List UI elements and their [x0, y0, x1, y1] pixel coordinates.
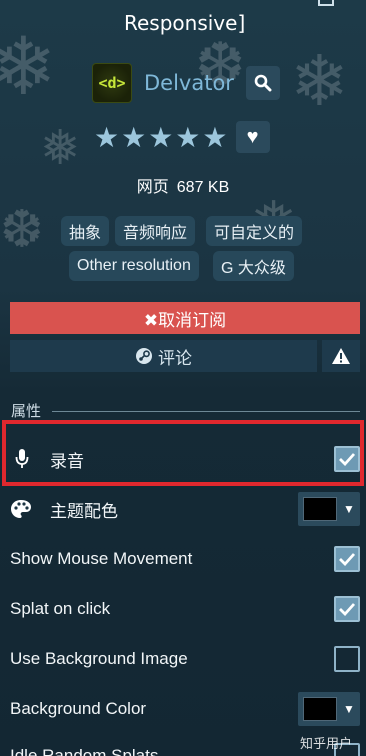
heart-icon: ♥: [246, 125, 259, 148]
favorite-button[interactable]: ♥: [235, 121, 270, 153]
snowflake-decoration: ❄: [0, 20, 58, 113]
snowflake-decoration: ❅: [40, 120, 81, 176]
background-image-checkbox[interactable]: [334, 646, 360, 672]
scheme-color-picker[interactable]: ▼: [298, 492, 360, 526]
property-row-show-mouse: Show Mouse Movement: [0, 539, 366, 579]
watermark: 知乎用户: [299, 737, 352, 752]
tag[interactable]: G 大众级: [213, 251, 294, 281]
tag[interactable]: 可自定义的: [206, 216, 303, 246]
property-row-background-color: Background Color ▼: [0, 689, 366, 729]
microphone-icon: [15, 449, 29, 468]
unsubscribe-button[interactable]: ✖取消订阅: [10, 302, 360, 334]
property-row-splat-click: Splat on click: [0, 589, 366, 629]
show-mouse-checkbox[interactable]: [334, 546, 360, 572]
comment-label: 评论: [158, 348, 192, 368]
tag[interactable]: 抽象: [61, 216, 110, 246]
section-divider: [52, 411, 360, 412]
tag[interactable]: Other resolution: [69, 251, 199, 281]
app-header: <d> Delvator: [92, 62, 280, 104]
property-label: Splat on click: [10, 599, 111, 618]
background-color-picker[interactable]: ▼: [298, 692, 360, 726]
property-label: Idle Random Splats: [10, 746, 159, 756]
property-row-background-image: Use Background Image: [0, 639, 366, 679]
search-button[interactable]: [245, 66, 280, 100]
snowflake-decoration: ❄: [290, 40, 349, 122]
checkmark-icon: [339, 453, 356, 466]
property-row-scheme-color: 主题配色 ▼: [0, 489, 366, 529]
property-label: Use Background Image: [10, 649, 188, 668]
search-icon: [254, 74, 272, 92]
rating: ★★★★★ ♥: [94, 120, 270, 154]
audio-checkbox[interactable]: [334, 446, 360, 472]
color-swatch: [303, 497, 337, 521]
report-button[interactable]: [322, 340, 360, 372]
property-label: Background Color: [10, 699, 147, 718]
star-rating: ★★★★★: [94, 120, 230, 154]
window-icon[interactable]: [318, 0, 334, 6]
author-name-link[interactable]: Delvator: [144, 71, 234, 95]
properties-section-label: 属性: [11, 403, 42, 420]
color-swatch: [303, 697, 337, 721]
palette-icon: [11, 500, 31, 518]
warning-icon: [332, 348, 350, 364]
dropdown-arrow-icon: ▼: [343, 702, 355, 716]
property-label: 录音: [50, 451, 84, 471]
comment-button[interactable]: 评论: [10, 340, 317, 372]
checkmark-icon: [339, 553, 356, 566]
dropdown-arrow-icon: ▼: [343, 502, 355, 516]
property-row-audio: 录音: [0, 439, 366, 479]
property-label: Show Mouse Movement: [10, 549, 193, 568]
checkmark-icon: [339, 603, 356, 616]
file-size: 687 KB: [176, 179, 230, 196]
tag[interactable]: 音频响应: [115, 216, 196, 246]
app-logo: <d>: [92, 63, 132, 103]
file-meta: 网页 687 KB: [0, 173, 366, 197]
property-label: 主题配色: [50, 501, 118, 521]
splat-click-checkbox[interactable]: [334, 596, 360, 622]
type-label: 网页: [136, 179, 169, 196]
page-title: Responsive]: [124, 11, 246, 35]
snowflake-decoration: ❆: [0, 200, 44, 260]
steam-icon: [136, 348, 152, 364]
